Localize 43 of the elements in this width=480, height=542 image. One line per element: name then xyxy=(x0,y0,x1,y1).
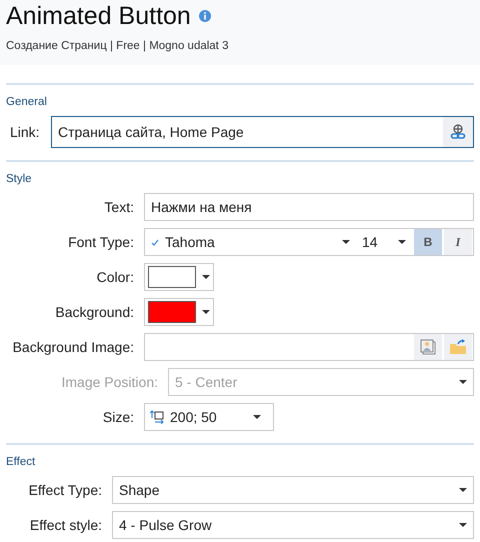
caret-icon[interactable] xyxy=(459,488,467,492)
field-label: Link: xyxy=(9,124,41,141)
dropdown: 5 - Center xyxy=(168,368,474,396)
field-label: Text: xyxy=(103,198,135,216)
section-title: Effect xyxy=(6,455,36,470)
link-field[interactable]: Страница сайта, Home Page xyxy=(51,116,474,148)
field-label: Background Image: xyxy=(12,338,135,356)
section-title: General xyxy=(6,95,47,110)
caret-icon[interactable] xyxy=(459,523,467,528)
section-title: Style xyxy=(6,172,32,188)
info-icon[interactable] xyxy=(198,10,211,22)
caret-icon[interactable] xyxy=(342,240,350,244)
field-label: Effect style: xyxy=(28,516,103,534)
dropdown[interactable]: 4 - Pulse Grow xyxy=(112,511,474,540)
color-picker[interactable] xyxy=(144,298,214,326)
italic-button[interactable]: I xyxy=(444,229,472,256)
field-label: Background: xyxy=(54,304,135,321)
caret-icon[interactable] xyxy=(253,415,261,420)
size-dropdown[interactable]: 200; 50 xyxy=(144,403,274,432)
bold-button[interactable]: B xyxy=(414,229,442,256)
folder-icon xyxy=(449,339,467,356)
check-icon xyxy=(151,238,159,246)
image-icon xyxy=(420,339,436,356)
field-label: Effect Type: xyxy=(28,482,103,499)
size-icon xyxy=(150,410,164,424)
image-field[interactable] xyxy=(144,333,474,362)
breadcrumb-text: Создание Страниц | Free | Mogno udalat 3 xyxy=(6,39,230,54)
color-picker[interactable] xyxy=(144,263,214,292)
image-button[interactable] xyxy=(414,334,442,360)
link-button[interactable] xyxy=(443,117,473,148)
field-label: Font Type: xyxy=(67,234,135,251)
text-field[interactable]: Нажми на меня xyxy=(144,193,474,222)
field-label: Image Position: xyxy=(60,374,159,391)
globe-link-icon xyxy=(450,124,466,140)
dropdown[interactable]: Shape xyxy=(112,476,474,504)
size-dropdown[interactable]: 14 xyxy=(356,229,412,256)
caret-icon[interactable] xyxy=(202,275,210,280)
field-label: Color: xyxy=(96,268,135,286)
field-label: Size: xyxy=(102,408,135,426)
caret-icon[interactable] xyxy=(202,310,210,314)
page-title: Animated Button xyxy=(6,2,191,30)
font-dropdown[interactable]: Tahoma xyxy=(159,229,356,256)
caret-icon[interactable] xyxy=(398,240,406,244)
